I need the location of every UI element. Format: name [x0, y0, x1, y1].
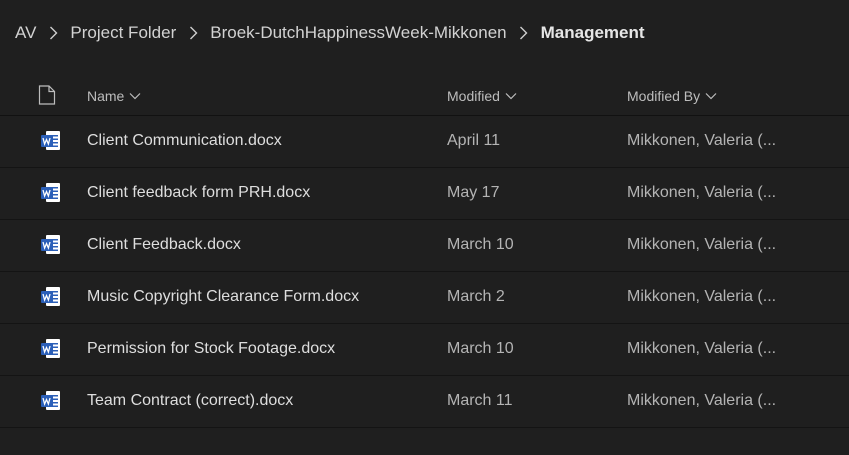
file-modified: April 11	[447, 132, 501, 149]
file-name[interactable]: Client feedback form PRH.docx	[87, 184, 310, 202]
word-document-icon	[40, 286, 62, 313]
file-modified: March 10	[447, 236, 514, 253]
document-icon[interactable]	[38, 85, 56, 110]
file-name[interactable]: Music Copyright Clearance Form.docx	[87, 288, 359, 306]
file-name[interactable]: Client Communication.docx	[87, 132, 282, 150]
file-modified: March 10	[447, 340, 514, 357]
table-row[interactable]: Music Copyright Clearance Form.docx Marc…	[0, 272, 849, 324]
table-row[interactable]: Client Communication.docx April 11 Mikko…	[0, 116, 849, 168]
breadcrumb: AV Project Folder Broek-DutchHappinessWe…	[0, 0, 645, 66]
file-list: Client Communication.docx April 11 Mikko…	[0, 116, 849, 428]
chevron-down-icon	[129, 92, 141, 100]
breadcrumb-item-project[interactable]: Broek-DutchHappinessWeek-Mikkonen	[210, 23, 506, 43]
breadcrumb-current: Management	[540, 23, 645, 42]
breadcrumb-item-project-folder[interactable]: Project Folder	[70, 23, 176, 43]
file-name[interactable]: Client Feedback.docx	[87, 236, 241, 254]
chevron-right-icon	[182, 26, 204, 40]
column-header-modified-by-label: Modified By	[627, 88, 701, 104]
chevron-down-icon	[505, 92, 517, 100]
word-document-icon	[40, 130, 62, 157]
column-header-row: Name Modified Modified By	[0, 76, 849, 116]
file-modified-by: Mikkonen, Valeria (...	[627, 288, 777, 305]
word-document-icon	[40, 182, 62, 209]
file-modified-by: Mikkonen, Valeria (...	[627, 132, 777, 149]
file-modified-by: Mikkonen, Valeria (...	[627, 184, 777, 201]
column-header-modified[interactable]: Modified	[447, 88, 517, 104]
column-header-name-label: Name	[87, 88, 125, 104]
word-document-icon	[40, 390, 62, 417]
table-row[interactable]: Client feedback form PRH.docx May 17 Mik…	[0, 168, 849, 220]
table-row[interactable]: Permission for Stock Footage.docx March …	[0, 324, 849, 376]
word-document-icon	[40, 338, 62, 365]
file-list-page: AV Project Folder Broek-DutchHappinessWe…	[0, 0, 849, 455]
file-name[interactable]: Team Contract (correct).docx	[87, 392, 293, 410]
table-row[interactable]: Team Contract (correct).docx March 11 Mi…	[0, 376, 849, 428]
file-modified-by: Mikkonen, Valeria (...	[627, 236, 777, 253]
word-document-icon	[40, 234, 62, 261]
file-modified-by: Mikkonen, Valeria (...	[627, 340, 777, 357]
file-modified: March 11	[447, 392, 513, 409]
file-modified: March 2	[447, 288, 505, 305]
file-modified: May 17	[447, 184, 500, 201]
chevron-right-icon	[513, 26, 535, 40]
column-header-modified-by[interactable]: Modified By	[627, 88, 717, 104]
chevron-down-icon	[705, 92, 717, 100]
table-row[interactable]: Client Feedback.docx March 10 Mikkonen, …	[0, 220, 849, 272]
file-modified-by: Mikkonen, Valeria (...	[627, 392, 777, 409]
column-header-name[interactable]: Name	[87, 88, 141, 104]
column-header-modified-label: Modified	[447, 88, 500, 104]
breadcrumb-item-av[interactable]: AV	[15, 23, 36, 43]
chevron-right-icon	[42, 26, 64, 40]
file-name[interactable]: Permission for Stock Footage.docx	[87, 340, 335, 358]
